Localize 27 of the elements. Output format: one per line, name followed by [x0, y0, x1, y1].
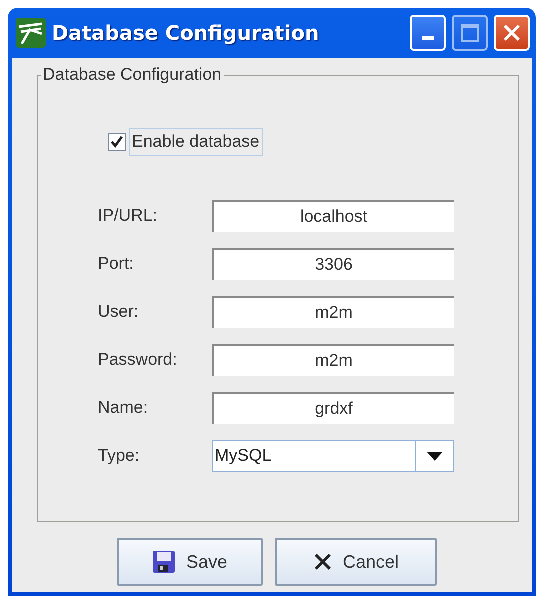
- window-title: Database Configuration: [52, 21, 320, 45]
- field-label: Name:: [98, 398, 150, 418]
- close-button[interactable]: [494, 15, 530, 51]
- type-dropdown[interactable]: MySQL: [212, 440, 454, 472]
- text-field[interactable]: 3306: [212, 248, 454, 280]
- maximize-icon: [461, 24, 479, 42]
- field-label: Type:: [98, 446, 141, 466]
- close-icon: [312, 552, 333, 572]
- group-title: Database Configuration: [41, 65, 224, 85]
- app-logo-icon: [16, 18, 46, 48]
- field-label: Password:: [98, 350, 178, 370]
- dropdown-arrow-icon: [426, 452, 442, 460]
- field-label: IP/URL:: [98, 206, 159, 226]
- cancel-button[interactable]: Cancel: [275, 538, 437, 586]
- close-icon: [502, 23, 522, 43]
- text-field[interactable]: m2m: [212, 344, 454, 376]
- checkbox-label[interactable]: Enable database: [129, 128, 263, 156]
- minimize-button[interactable]: [410, 15, 446, 51]
- maximize-button[interactable]: [452, 15, 488, 51]
- text-field[interactable]: grdxf: [212, 392, 454, 424]
- field-label: User:: [98, 302, 140, 322]
- checkbox[interactable]: [108, 133, 126, 151]
- field-label: Port:: [98, 254, 135, 274]
- text-field[interactable]: localhost: [212, 200, 454, 232]
- save-button[interactable]: Save: [117, 538, 263, 586]
- text-field[interactable]: m2m: [212, 296, 454, 328]
- minimize-icon: [422, 36, 434, 40]
